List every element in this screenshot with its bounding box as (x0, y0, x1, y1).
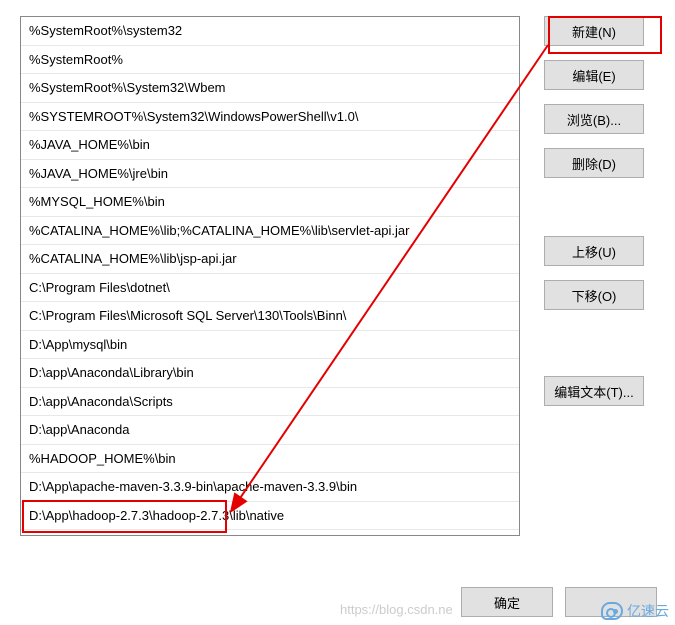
browse-button[interactable]: 浏览(B)... (544, 104, 644, 134)
list-item[interactable]: %SYSTEMROOT%\System32\WindowsPowerShell\… (21, 103, 519, 132)
list-item[interactable]: D:\app\Anaconda\Scripts (21, 388, 519, 417)
list-item[interactable]: %CATALINA_HOME%\lib\jsp-api.jar (21, 245, 519, 274)
edit-text-button[interactable]: 编辑文本(T)... (544, 376, 644, 406)
cancel-button[interactable] (565, 587, 657, 617)
dialog-footer: 确定 (461, 587, 657, 617)
new-button[interactable]: 新建(N) (544, 16, 644, 46)
delete-button[interactable]: 删除(D) (544, 148, 644, 178)
list-item[interactable]: %MYSQL_HOME%\bin (21, 188, 519, 217)
list-item[interactable]: C:\Program Files\Microsoft SQL Server\13… (21, 302, 519, 331)
list-item[interactable]: D:\app\Anaconda (21, 416, 519, 445)
list-item[interactable]: D:\App\apache-maven-3.3.9-bin\apache-mav… (21, 473, 519, 502)
list-item[interactable]: D:\App\hadoop-2.7.3\hadoop-2.7.3\lib\nat… (21, 502, 519, 531)
path-list[interactable]: %SystemRoot%\system32%SystemRoot%%System… (20, 16, 520, 536)
list-item[interactable]: %CATALINA_HOME%\lib;%CATALINA_HOME%\lib\… (21, 217, 519, 246)
list-item[interactable]: C:\Program Files\dotnet\ (21, 274, 519, 303)
move-up-button[interactable]: 上移(U) (544, 236, 644, 266)
list-item[interactable]: D:\app\Anaconda\Library\bin (21, 359, 519, 388)
ok-button[interactable]: 确定 (461, 587, 553, 617)
list-item[interactable]: %HADOOP_HOME%\bin (21, 445, 519, 474)
list-item[interactable]: %JAVA_HOME%\jre\bin (21, 160, 519, 189)
list-item[interactable]: %SystemRoot%\system32 (21, 17, 519, 46)
list-item[interactable]: %SystemRoot% (21, 46, 519, 75)
list-item[interactable]: %SystemRoot%\System32\Wbem (21, 74, 519, 103)
button-column: 新建(N) 编辑(E) 浏览(B)... 删除(D) 上移(U) 下移(O) 编… (544, 16, 644, 536)
move-down-button[interactable]: 下移(O) (544, 280, 644, 310)
watermark: https://blog.csdn.ne (340, 602, 453, 617)
edit-button[interactable]: 编辑(E) (544, 60, 644, 90)
list-item[interactable]: C:\Program Files (x86)\Windows Kits\8.1\… (21, 530, 519, 536)
list-item[interactable]: D:\App\mysql\bin (21, 331, 519, 360)
list-item[interactable]: %JAVA_HOME%\bin (21, 131, 519, 160)
